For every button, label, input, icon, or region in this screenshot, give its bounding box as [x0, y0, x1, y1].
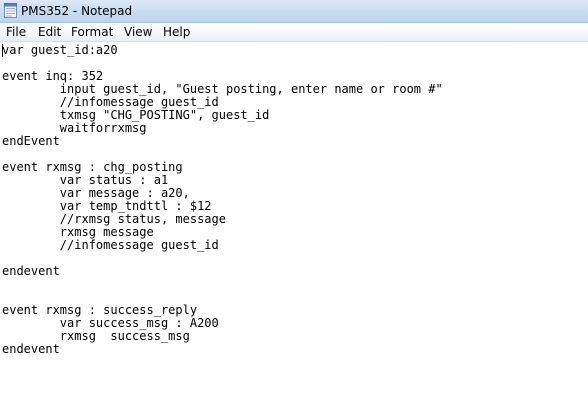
menu-format[interactable]: Format	[71, 25, 113, 39]
menu-bar: File Edit Format View Help	[0, 23, 588, 42]
menu-view[interactable]: View	[124, 25, 152, 39]
code-line: endEvent	[2, 134, 60, 148]
title-bar[interactable]: PMS352 - Notepad	[0, 0, 588, 23]
notepad-window: PMS352 - Notepad File Edit Format View H…	[0, 0, 588, 415]
notepad-icon[interactable]	[4, 3, 17, 18]
text-editor-area[interactable]: var guest_id:a20 event inq: 352 input gu…	[0, 42, 588, 415]
menu-file[interactable]: File	[6, 25, 26, 39]
code-line: //infomessage guest_id	[2, 238, 219, 252]
menu-help[interactable]: Help	[163, 25, 190, 39]
text-caret	[2, 44, 3, 57]
code-line: endevent	[2, 264, 60, 278]
window-title: PMS352 - Notepad	[21, 4, 133, 18]
code-line: var guest_id:a20	[2, 43, 118, 57]
code-line: endevent	[2, 342, 60, 356]
menu-edit[interactable]: Edit	[38, 25, 61, 39]
